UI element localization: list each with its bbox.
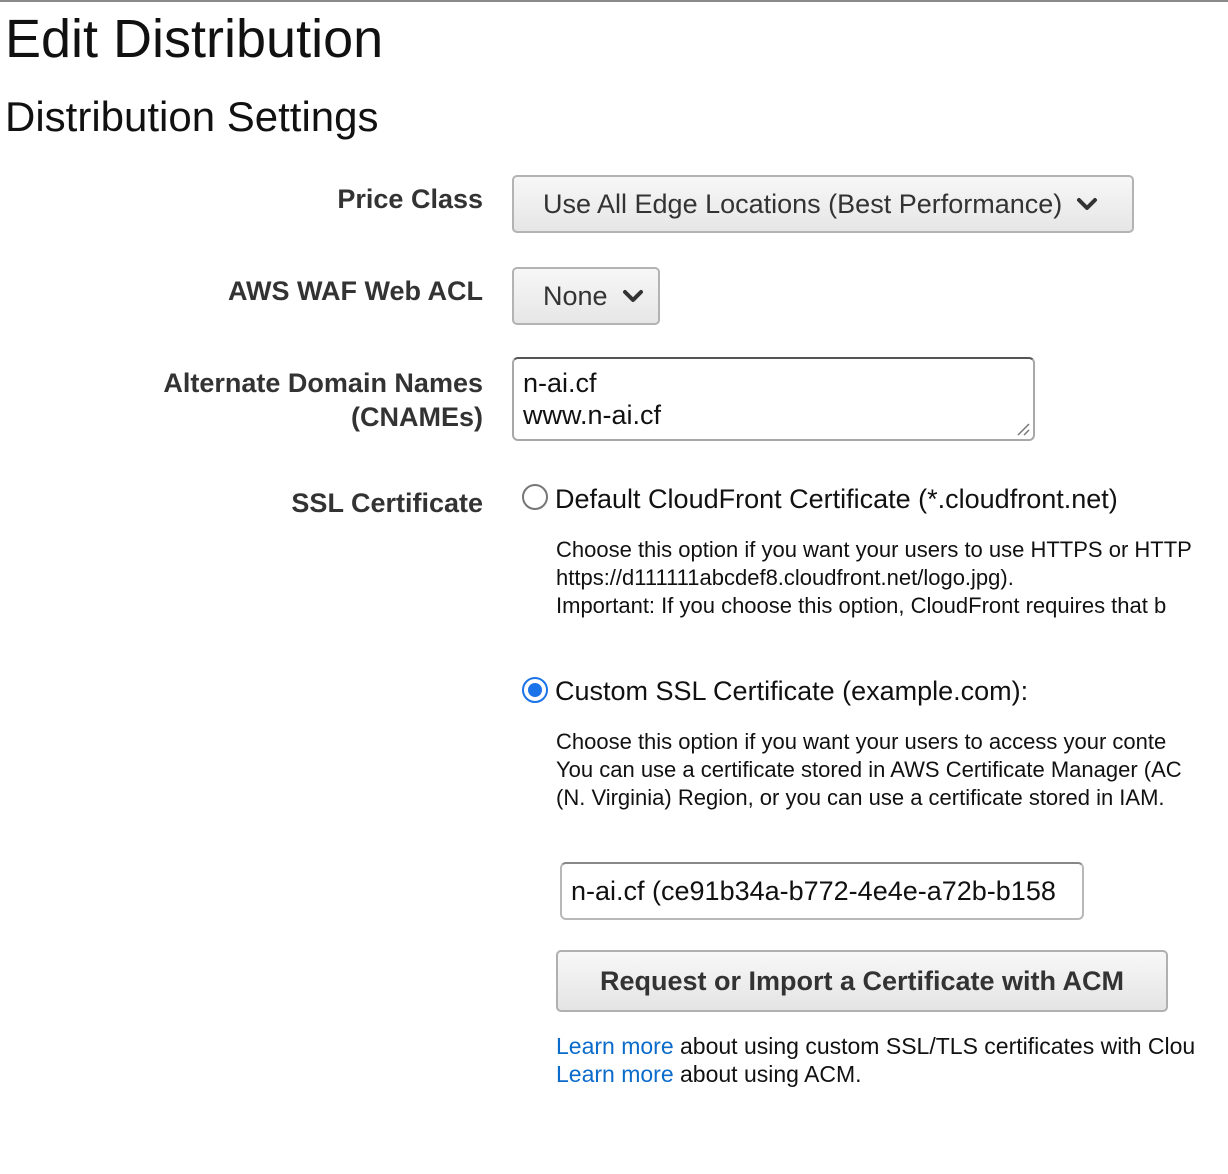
section-title: Distribution Settings [5, 93, 379, 140]
description-line: Important: If you choose this option, Cl… [556, 593, 1167, 618]
cnames-label: Alternate Domain Names (CNAMEs) [163, 366, 483, 434]
top-border [0, 0, 1228, 2]
learn-more-ssl-link[interactable]: Learn more [556, 1033, 674, 1059]
default-certificate-description: Choose this option if you want your user… [556, 536, 1192, 620]
price-class-label: Price Class [337, 184, 483, 214]
cname-entry: www.n-ai.cf [523, 400, 662, 430]
cnames-label-line2: (CNAMEs) [351, 402, 483, 432]
default-certificate-radio[interactable] [522, 484, 548, 510]
description-line: https://d111111abcdef8.cloudfront.net/lo… [556, 565, 1014, 590]
learn-more-acm-link[interactable]: Learn more [556, 1061, 674, 1087]
request-import-certificate-button[interactable]: Request or Import a Certificate with ACM [556, 950, 1168, 1012]
price-class-select[interactable]: Use All Edge Locations (Best Performance… [512, 175, 1134, 233]
waf-value: None [543, 280, 608, 311]
chevron-down-icon [622, 290, 643, 302]
cnames-textarea[interactable]: n-ai.cf www.n-ai.cf [512, 357, 1035, 441]
description-line: (N. Virginia) Region, or you can use a c… [556, 785, 1165, 810]
learn-more-ssl-line: Learn more about using custom SSL/TLS ce… [556, 1032, 1195, 1060]
description-line: You can use a certificate stored in AWS … [556, 757, 1182, 782]
learn-more-acm-line: Learn more about using ACM. [556, 1060, 862, 1088]
waf-label: AWS WAF Web ACL [228, 276, 483, 306]
custom-certificate-label[interactable]: Custom SSL Certificate (example.com): [555, 676, 1028, 707]
cname-entry: n-ai.cf [523, 368, 597, 398]
description-line: Choose this option if you want your user… [556, 729, 1167, 754]
default-certificate-label[interactable]: Default CloudFront Certificate (*.cloudf… [555, 484, 1118, 515]
description-line: Choose this option if you want your user… [556, 537, 1192, 562]
price-class-value: Use All Edge Locations (Best Performance… [543, 188, 1063, 219]
custom-certificate-description: Choose this option if you want your user… [556, 728, 1182, 812]
resize-handle-icon[interactable] [1016, 422, 1030, 436]
waf-select[interactable]: None [512, 267, 660, 325]
learn-more-ssl-text: about using custom SSL/TLS certificates … [673, 1033, 1196, 1059]
certificate-input[interactable]: n-ai.cf (ce91b34a-b772-4e4e-a72b-b158 [560, 862, 1084, 920]
chevron-down-icon [1077, 198, 1098, 210]
custom-certificate-radio[interactable] [522, 677, 548, 703]
learn-more-acm-text: about using ACM. [673, 1061, 862, 1087]
ssl-certificate-label: SSL Certificate [291, 488, 483, 518]
page-title: Edit Distribution [5, 9, 384, 69]
cnames-label-line1: Alternate Domain Names [163, 368, 483, 398]
